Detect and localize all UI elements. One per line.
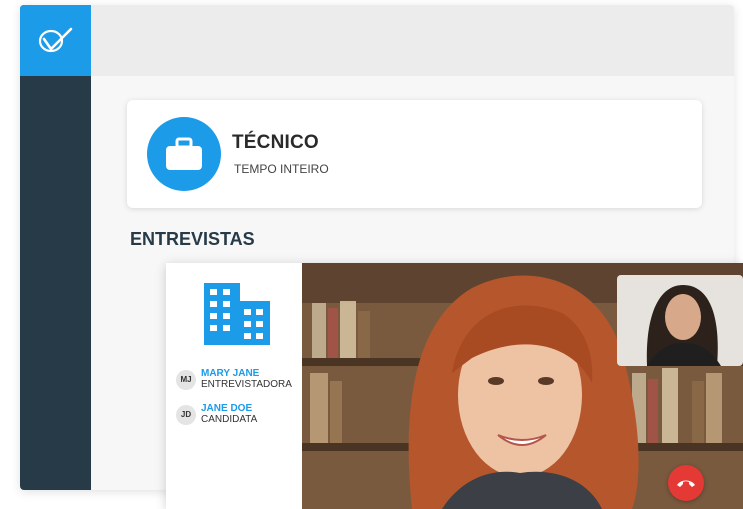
phone-hangup-icon (677, 480, 695, 487)
app-logo[interactable] (20, 5, 91, 76)
job-icon (147, 117, 221, 191)
participant-name: MARY JANE (201, 368, 260, 379)
participant-role: CANDIDATA (201, 414, 258, 425)
avatar: JD (176, 404, 196, 425)
top-bar (91, 5, 734, 76)
participant-interviewer: MJ MARY JANE ENTREVISTADORA (176, 369, 292, 390)
building-icon (204, 283, 270, 345)
participant-role: ENTREVISTADORA (201, 379, 292, 390)
job-title: TÉCNICO (232, 132, 319, 153)
hang-up-button[interactable] (668, 465, 704, 501)
checkmark-logo-icon (38, 27, 72, 52)
briefcase-icon (166, 137, 202, 170)
interviewer-video-thumbnail[interactable] (617, 275, 743, 366)
participant-name: JANE DOE (201, 403, 253, 414)
interview-card: MJ MARY JANE ENTREVISTADORA JD JANE DOE … (166, 263, 743, 509)
job-type: TEMPO INTEIRO (234, 162, 329, 176)
interviewer-video-image (617, 275, 743, 366)
avatar: MJ (176, 369, 196, 390)
sidebar (20, 5, 91, 490)
participant-candidate: JD JANE DOE CANDIDATA (176, 404, 257, 425)
interviews-heading: ENTREVISTAS (130, 229, 255, 249)
job-card[interactable]: TÉCNICO TEMPO INTEIRO (127, 100, 702, 208)
